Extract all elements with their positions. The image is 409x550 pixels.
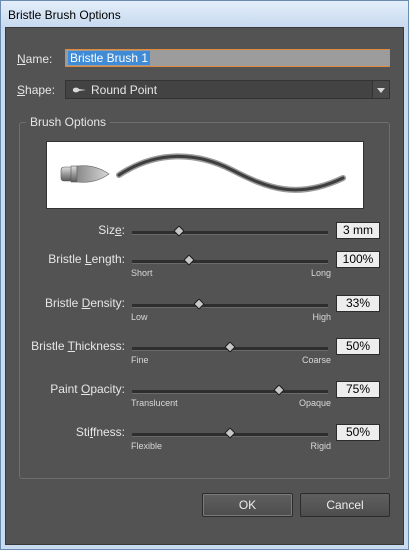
slider-track[interactable]	[132, 427, 328, 439]
slider-label: Paint Opacity:	[50, 382, 125, 396]
brush-preview	[46, 141, 364, 209]
title-bar[interactable]: Bristle Brush Options	[1, 1, 408, 27]
slider-track[interactable]	[132, 225, 328, 237]
slider-label: Bristle Density:	[44, 296, 125, 310]
shape-label: Shape:	[17, 83, 56, 97]
window-title: Bristle Brush Options	[8, 8, 121, 22]
slider-value-field[interactable]: 75%	[336, 381, 380, 398]
slider-min-label: Short	[131, 268, 153, 278]
slider-min-label: Fine	[131, 355, 149, 365]
slider-label: Bristle Length:	[48, 252, 125, 266]
ok-button[interactable]: OK	[202, 493, 293, 517]
dialog-window: Bristle Brush Options Name: Bristle Brus…	[0, 0, 409, 550]
slider-label: Bristle Thickness:	[31, 339, 125, 353]
slider-value-field[interactable]: 33%	[336, 295, 380, 312]
slider-value-field[interactable]: 3 mm	[336, 222, 380, 239]
slider-value-field[interactable]: 50%	[336, 424, 380, 441]
slider-label: Stiffness:	[75, 425, 125, 439]
slider-max-label: High	[312, 312, 331, 322]
slider-max-label: Long	[310, 268, 331, 278]
shape-dropdown[interactable]: Round Point	[65, 80, 390, 99]
slider-label: Size:	[98, 223, 125, 237]
chevron-down-icon[interactable]	[372, 81, 389, 98]
slider-max-label: Coarse	[301, 355, 331, 365]
bristle-brush-stroke-preview	[60, 153, 346, 193]
name-label: Name:	[17, 52, 53, 66]
slider-track[interactable]	[132, 298, 328, 310]
slider-min-label: Flexible	[131, 441, 163, 451]
slider-value-field[interactable]: 50%	[336, 338, 380, 355]
slider-track[interactable]	[132, 341, 328, 353]
slider-track[interactable]	[132, 254, 328, 266]
slider-min-label: Low	[131, 312, 148, 322]
slider-value-field[interactable]: 100%	[336, 251, 380, 268]
name-value: Bristle Brush 1	[68, 51, 151, 65]
round-point-brush-icon	[72, 87, 86, 93]
brush-options-title: Brush Options	[26, 115, 111, 129]
slider-max-label: Opaque	[298, 398, 331, 408]
slider-min-label: Translucent	[131, 398, 178, 408]
cancel-button[interactable]: Cancel	[300, 493, 390, 517]
slider-track[interactable]	[132, 384, 328, 396]
name-field[interactable]: Bristle Brush 1	[65, 49, 390, 67]
dialog-body: Name: Bristle Brush 1 Shape: Round Point…	[5, 27, 404, 545]
shape-value: Round Point	[91, 83, 158, 97]
slider-max-label: Rigid	[310, 441, 331, 451]
